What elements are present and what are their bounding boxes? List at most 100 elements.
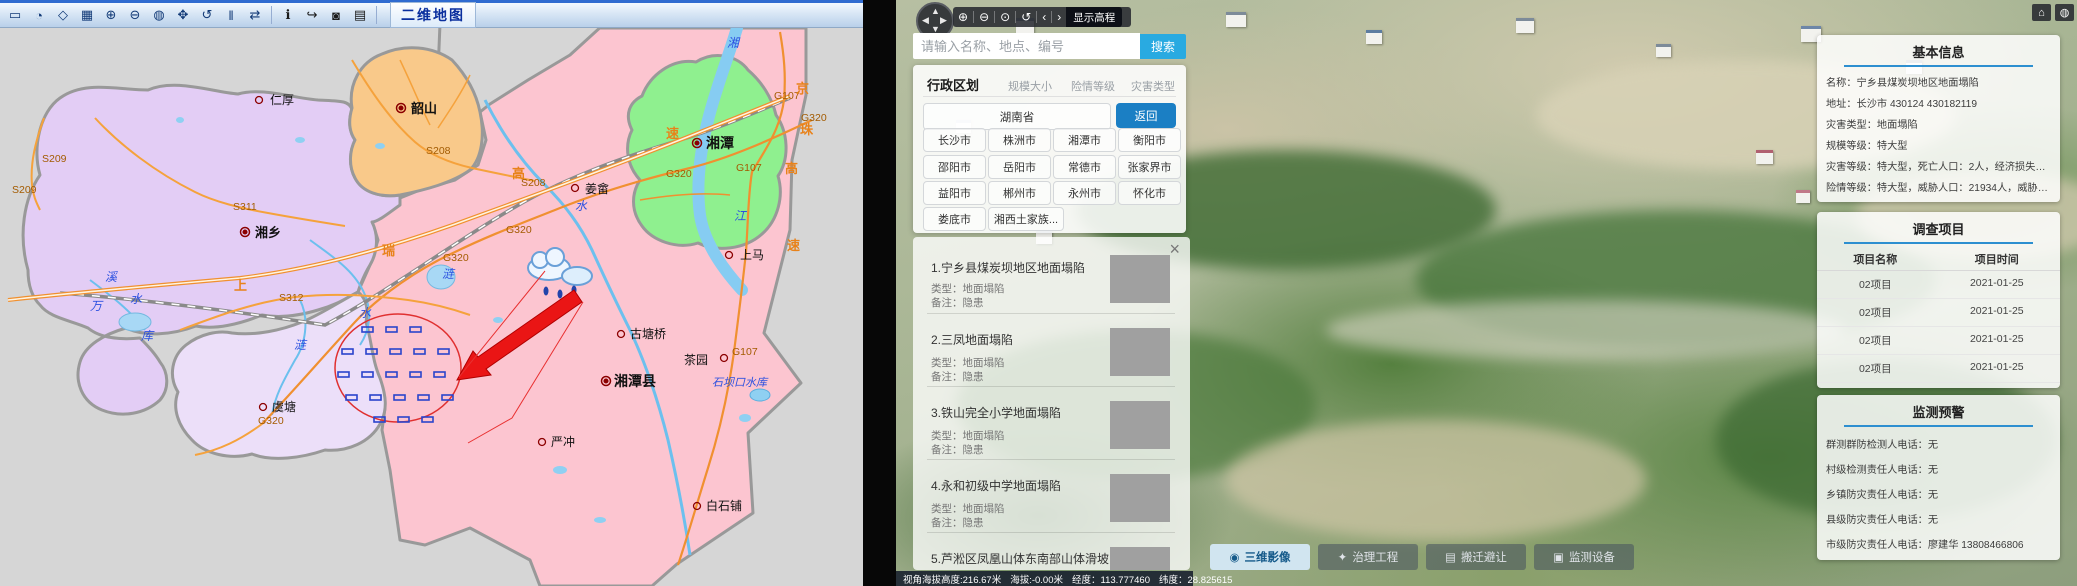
tab-scale-size[interactable]: 规模大小 — [1008, 78, 1052, 94]
building — [1656, 44, 1671, 57]
survey-row[interactable]: 02项目2021-01-25 — [1817, 355, 2060, 383]
zoom-in-icon[interactable]: ⊕ — [953, 10, 973, 24]
mode-button-relocation[interactable]: ▤ 搬迁避让 — [1426, 544, 1526, 570]
back-button[interactable]: 返回 — [1116, 103, 1176, 128]
survey-row[interactable]: 02项目2021-01-25 — [1817, 299, 2060, 327]
survey-row[interactable]: 02项目2021-01-25 — [1817, 327, 2060, 355]
city-button-shaoyang[interactable]: 邵阳市 — [923, 155, 986, 179]
city-button-xiangtan[interactable]: 湘潭市 — [1053, 128, 1116, 152]
city-button-loudi[interactable]: 娄底市 — [923, 207, 986, 231]
compass-up-icon[interactable]: ▲ — [931, 7, 940, 16]
zoom-in-icon[interactable]: ⊕ — [100, 4, 122, 26]
survey-row[interactable]: 02项目2021-01-25 — [1817, 271, 2060, 299]
label-hw-su1: 速 — [787, 238, 800, 253]
pan-icon[interactable]: ✥ — [172, 4, 194, 26]
mode-button-3d-imagery[interactable]: ◉ 三维影像 — [1210, 544, 1310, 570]
globe-icon[interactable]: ◍ — [2055, 4, 2074, 21]
survey-projects-panel: 调查项目 项目名称 项目时间 02项目2021-01-25 02项目2021-0… — [1817, 212, 2060, 388]
zoom-out-icon[interactable]: ⊖ — [974, 10, 994, 24]
search-button[interactable]: 搜索 — [1140, 34, 1186, 59]
city-button-yueyang[interactable]: 岳阳市 — [988, 155, 1051, 179]
label-hw-rui: 瑞 — [382, 243, 395, 258]
home-icon[interactable]: ⌂ — [2032, 4, 2051, 21]
city-button-huaihua[interactable]: 怀化市 — [1118, 181, 1181, 205]
pause-icon[interactable]: ‖ — [220, 4, 242, 26]
list-item-title[interactable]: 4.永和初级中学地面塌陷 — [931, 477, 1061, 494]
province-button[interactable]: 湖南省 — [923, 103, 1111, 130]
measure-polygon-icon[interactable]: ◇ — [52, 4, 74, 26]
city-button-changde[interactable]: 常德市 — [1053, 155, 1116, 179]
label-g107-3: G107 — [732, 346, 758, 358]
label-w-lian2: 涟 — [294, 338, 308, 352]
city-button-yiyang[interactable]: 益阳市 — [923, 181, 986, 205]
close-icon[interactable]: × — [1169, 239, 1180, 260]
tab-admin-division[interactable]: 行政区划 — [927, 75, 979, 94]
survey-table-header: 项目名称 项目时间 — [1817, 248, 2060, 271]
label-hw-gao2: 高 — [512, 166, 525, 181]
city-button-changsha[interactable]: 长沙市 — [923, 128, 986, 152]
title-underline — [1844, 242, 2034, 244]
label-renhou: 仁厚 — [270, 93, 294, 107]
list-divider — [927, 386, 1175, 387]
city-button-zhangjiajie[interactable]: 张家界市 — [1118, 155, 1181, 179]
next-view-icon[interactable]: › — [1052, 10, 1066, 24]
measure-circle-icon[interactable]: ◔ — [28, 4, 50, 26]
city-button-zhuzhou[interactable]: 株洲市 — [988, 128, 1051, 152]
map-canvas[interactable]: 仁厚 韶山 湘乡 姜畲 湘潭 上马 古塘桥 茶园 湘潭县 严冲 白石铺 虞塘 S… — [0, 28, 863, 586]
city-button-yongzhou[interactable]: 永州市 — [1053, 181, 1116, 205]
map-3d-window[interactable]: ▲ ▼ ◀ ▶ ⊕ ⊖ ⊙ ↺ ‹ › 显示高程 ⌂ ◍ 搜索 行政区划 规模大… — [896, 0, 2077, 586]
ruler-icon[interactable]: ▭ — [4, 4, 26, 26]
list-item-type: 类型：地面塌陷 — [931, 501, 1005, 516]
label-g320-2: G320 — [506, 224, 532, 236]
zoom-out-icon[interactable]: ⊖ — [124, 4, 146, 26]
relocation-icon: ▤ — [1445, 550, 1456, 564]
label-baishipu: 白石铺 — [706, 498, 742, 513]
list-item-title[interactable]: 2.三凤地面塌陷 — [931, 331, 1013, 348]
zoom-back-icon[interactable]: ↺ — [196, 4, 218, 26]
list-item-title[interactable]: 5.芦淞区凤凰山体东南部山体滑坡 — [931, 550, 1109, 567]
city-button-xiangxi[interactable]: 湘西土家族... — [988, 207, 1064, 231]
city-button-hengyang[interactable]: 衡阳市 — [1118, 128, 1181, 152]
list-item-thumbnail[interactable] — [1110, 328, 1170, 376]
grid-icon[interactable]: ▦ — [76, 4, 98, 26]
building — [1756, 150, 1773, 164]
label-hw-shang: 上 — [234, 278, 247, 293]
compass-left-icon[interactable]: ◀ — [922, 16, 929, 25]
list-item-thumbnail[interactable] — [1110, 547, 1170, 570]
monitor-row: 群测群防检测人电话：无 — [1817, 431, 2060, 456]
label-w-xi: 溪 — [105, 270, 119, 284]
label-w-wan: 万 — [90, 299, 104, 313]
reset-view-icon[interactable]: ↺ — [1016, 10, 1036, 24]
list-item-thumbnail[interactable] — [1110, 401, 1170, 449]
label-xiangtan-city: 湘潭 — [706, 135, 734, 151]
prev-view-icon[interactable]: ‹ — [1037, 10, 1051, 24]
pond — [176, 117, 184, 123]
label-s312: S312 — [279, 292, 304, 304]
save-icon[interactable]: ◙ — [325, 4, 347, 26]
show-elevation-button[interactable]: 显示高程 — [1066, 7, 1122, 27]
label-chayuan: 茶园 — [684, 352, 708, 367]
toolbar-separator — [271, 6, 272, 24]
list-item-note: 备注：隐患 — [931, 442, 984, 457]
globe-icon[interactable]: ◍ — [148, 4, 170, 26]
export-icon[interactable]: ↪ — [301, 4, 323, 26]
list-item-thumbnail[interactable] — [1110, 474, 1170, 522]
search-input[interactable] — [913, 33, 1140, 59]
swap-icon[interactable]: ⇄ — [244, 4, 266, 26]
mode-button-treatment[interactable]: ✦ 治理工程 — [1318, 544, 1418, 570]
print-icon[interactable]: ▤ — [349, 4, 371, 26]
survey-row[interactable]: 02项目2021-01-25 — [1817, 383, 2060, 388]
compass-right-icon[interactable]: ▶ — [940, 16, 947, 25]
tab-risk-level[interactable]: 险情等级 — [1071, 78, 1115, 94]
mode-button-monitoring-device[interactable]: ▣ 监测设备 — [1534, 544, 1634, 570]
list-item-title[interactable]: 1.宁乡县煤炭坝地区地面塌陷 — [931, 259, 1085, 276]
toolbar-separator — [376, 6, 377, 24]
locate-icon[interactable]: ⊙ — [995, 10, 1015, 24]
label-w-jiang: 江 — [734, 209, 748, 223]
city-button-chenzhou[interactable]: 郴州市 — [988, 181, 1051, 205]
list-item-title[interactable]: 3.铁山完全小学地面塌陷 — [931, 404, 1061, 421]
info-icon[interactable]: ℹ — [277, 4, 299, 26]
view-altitude: 视角海拔高度:216.67米 — [903, 572, 1001, 586]
list-item-thumbnail[interactable] — [1110, 255, 1170, 303]
tab-disaster-type[interactable]: 灾害类型 — [1131, 78, 1175, 94]
